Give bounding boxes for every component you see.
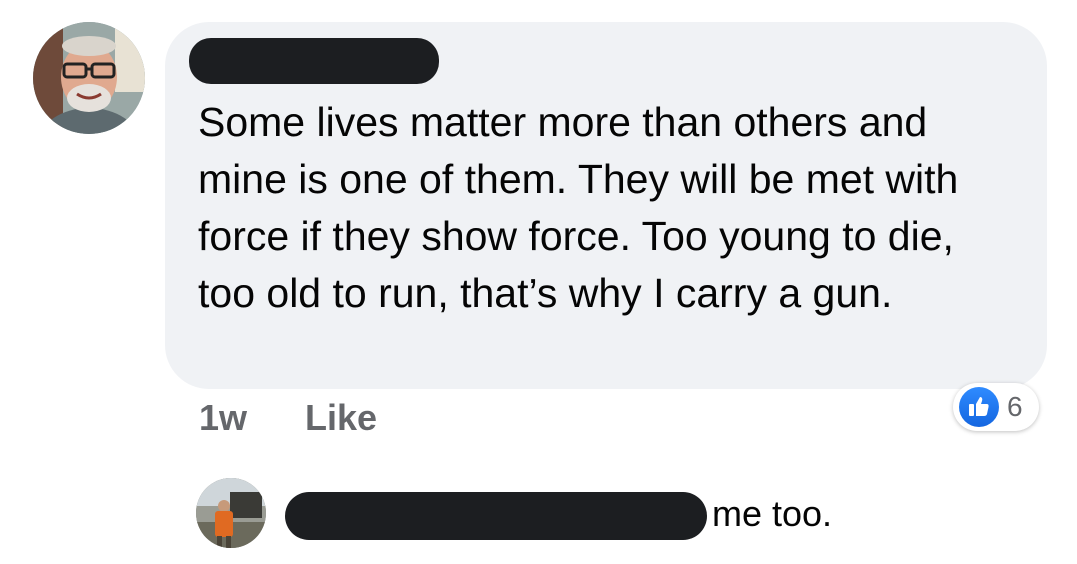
reaction-count: 6 [1007,391,1023,422]
comment-text: Some lives matter more than others and m… [198,99,959,316]
commenter-avatar-image [33,22,145,134]
reply-avatar-image [196,478,266,548]
reaction-summary[interactable]: 6 [953,383,1039,431]
like-button[interactable]: Like [305,396,377,440]
reply-text: me too. [712,493,833,534]
reply-author-avatar[interactable] [196,478,266,548]
commenter-avatar[interactable] [33,22,145,134]
comment-bubble: Some lives matter more than others and m… [165,22,1047,389]
like-thumbs-up-icon [959,387,999,427]
comment-timestamp[interactable]: 1w [199,396,247,440]
reply-author-name-redaction [285,492,707,540]
author-name-redaction [189,38,439,84]
